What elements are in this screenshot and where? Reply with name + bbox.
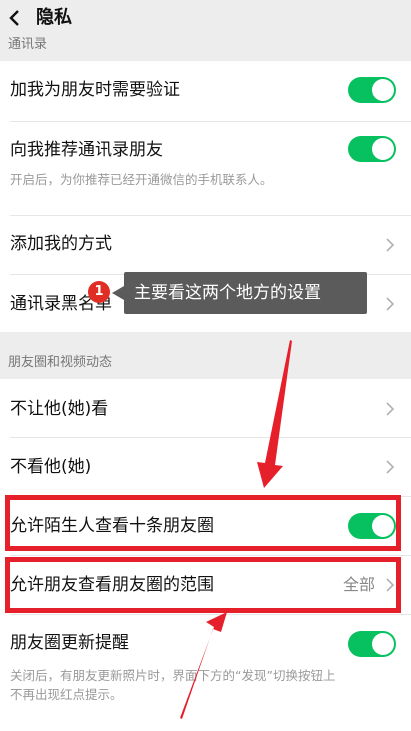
annotation-arrows xyxy=(180,340,292,719)
annotation-tooltip: 主要看这两个地方的设置 xyxy=(124,272,367,314)
arrow-up-icon xyxy=(180,612,227,719)
tooltip-pointer xyxy=(112,286,124,300)
annotation-badge: 1 xyxy=(88,281,110,303)
arrow-down-icon xyxy=(257,340,292,488)
